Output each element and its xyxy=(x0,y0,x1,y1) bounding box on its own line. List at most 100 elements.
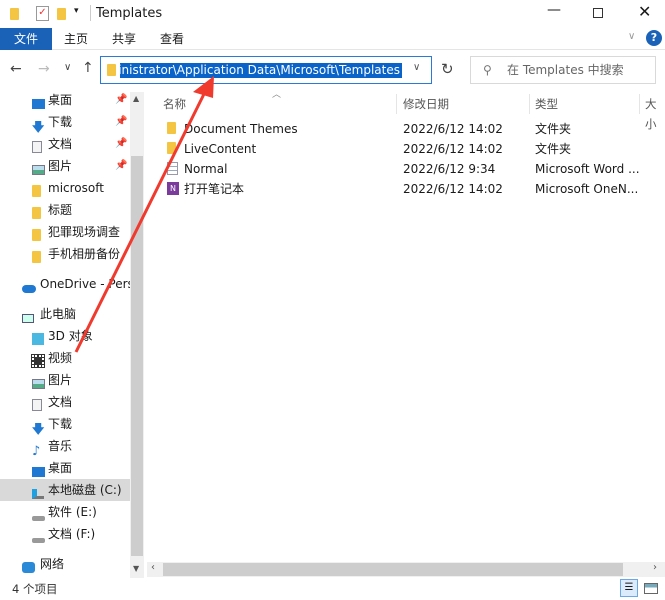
expand-ribbon-icon[interactable]: ∨ xyxy=(628,31,635,42)
picture-icon xyxy=(32,374,45,391)
search-input[interactable]: ⚲ 在 Templates 中搜索 xyxy=(470,56,656,84)
sidebar-item-pc[interactable]: 图片 xyxy=(0,369,130,391)
pin-icon: 📌 xyxy=(115,116,128,127)
refresh-button[interactable]: ↻ xyxy=(441,60,454,78)
scrollbar-thumb[interactable] xyxy=(131,156,143,556)
item-count: 4 个项目 xyxy=(12,582,58,596)
address-path[interactable]: Administrator\Application Data\Microsoft… xyxy=(120,63,402,78)
file-row[interactable]: N 打开笔记本 2022/6/12 14:02 Microsoft OneN..… xyxy=(150,179,640,199)
close-button[interactable]: ✕ xyxy=(638,2,651,21)
sidebar-item-quick[interactable]: 标题 xyxy=(0,199,130,221)
document-icon xyxy=(32,138,42,155)
file-type: Microsoft OneN... xyxy=(535,182,639,196)
column-name[interactable]: 名称 xyxy=(163,94,186,114)
recent-locations-icon[interactable]: ∨ xyxy=(64,62,71,73)
sidebar-item-quick[interactable]: microsoft xyxy=(0,177,130,199)
large-icons-view-button[interactable] xyxy=(644,583,658,594)
sidebar-item-label: 本地磁盘 (C:) xyxy=(48,483,122,497)
tab-home[interactable]: 主页 xyxy=(52,28,100,50)
computer-icon xyxy=(22,308,34,325)
sidebar-item-label: 文档 xyxy=(48,395,73,409)
tab-share[interactable]: 共享 xyxy=(100,28,148,50)
folder-icon xyxy=(32,204,41,221)
maximize-button[interactable] xyxy=(593,8,603,18)
sidebar-item-label: 文档 xyxy=(48,137,73,151)
download-icon: 🡇 xyxy=(32,120,45,133)
column-size[interactable]: 大小 xyxy=(645,94,665,131)
sidebar-scrollbar[interactable]: ▲ ▼ xyxy=(130,92,144,578)
horizontal-scrollbar[interactable]: ‹ › xyxy=(147,562,665,577)
sidebar-item-pc[interactable]: 视频 xyxy=(0,347,130,369)
scroll-down-icon[interactable]: ▼ xyxy=(133,564,139,573)
scroll-right-icon[interactable]: › xyxy=(653,562,657,573)
sidebar-item-quick[interactable]: 文档 📌 xyxy=(0,133,130,155)
sidebar-item-label: 标题 xyxy=(48,203,73,217)
file-name: LiveContent xyxy=(184,142,257,156)
search-placeholder: 在 Templates 中搜索 xyxy=(507,63,624,77)
minimize-button[interactable]: — xyxy=(547,2,561,18)
sidebar-item-pc[interactable]: 🡇 下载 xyxy=(0,413,130,435)
sidebar-item-label: 下载 xyxy=(48,417,73,431)
divider xyxy=(396,94,397,114)
sidebar-item-network[interactable]: 网络 xyxy=(0,553,130,575)
scroll-left-icon[interactable]: ‹ xyxy=(151,562,155,573)
tab-view[interactable]: 查看 xyxy=(148,28,196,50)
sidebar-item-onedrive[interactable]: OneDrive - Perso xyxy=(0,273,130,295)
folder-icon xyxy=(32,248,41,265)
ribbon: 文件 主页 共享 查看 ∨ ? xyxy=(0,28,665,50)
file-type: 文件夹 xyxy=(535,142,572,156)
sidebar-item-label: 犯罪现场调查 xyxy=(48,225,121,239)
sidebar-item-pc[interactable]: 软件 (E:) xyxy=(0,501,130,523)
sidebar-item-label: 网络 xyxy=(40,557,65,571)
properties-icon[interactable]: ✓ xyxy=(36,6,49,21)
drive-icon xyxy=(32,528,45,545)
pin-icon: 📌 xyxy=(115,138,128,149)
file-row[interactable]: Document Themes 2022/6/12 14:02 文件夹 xyxy=(150,119,640,139)
sidebar-item-quick[interactable]: 手机相册备份 xyxy=(0,243,130,265)
sidebar-item-pc[interactable]: 3D 对象 xyxy=(0,325,130,347)
back-button[interactable]: ← xyxy=(10,61,22,77)
column-type[interactable]: 类型 xyxy=(535,94,558,114)
column-date[interactable]: 修改日期 xyxy=(403,94,449,114)
file-row[interactable]: Normal 2022/6/12 9:34 Microsoft Word ... xyxy=(150,159,640,179)
sidebar-item-label: 图片 xyxy=(48,373,73,387)
scroll-up-icon[interactable]: ▲ xyxy=(133,94,139,103)
sort-ascending-icon: ︿ xyxy=(272,90,282,100)
sidebar-item-label: 视频 xyxy=(48,351,73,365)
pin-icon: 📌 xyxy=(115,94,128,105)
up-button[interactable]: ↑ xyxy=(82,60,94,76)
sidebar-item-pc[interactable]: 文档 (F:) xyxy=(0,523,130,545)
address-bar[interactable]: Administrator\Application Data\Microsoft… xyxy=(100,56,432,84)
details-view-button[interactable]: ☰ xyxy=(620,579,638,597)
document-icon xyxy=(32,396,42,413)
file-row[interactable]: LiveContent 2022/6/12 14:02 文件夹 xyxy=(150,139,640,159)
window-title: Templates xyxy=(96,6,163,21)
file-date: 2022/6/12 9:34 xyxy=(403,162,496,176)
folder-icon xyxy=(10,8,19,20)
sidebar-item-label: 音乐 xyxy=(48,439,73,453)
sidebar-item-label: 手机相册备份 xyxy=(48,247,121,261)
customize-toolbar-icon[interactable]: ▾ xyxy=(74,6,79,16)
network-icon xyxy=(22,558,35,575)
address-dropdown-icon[interactable]: ∨ xyxy=(413,62,420,73)
file-type: 文件夹 xyxy=(535,122,572,136)
tab-file[interactable]: 文件 xyxy=(0,28,52,50)
system-drive-icon xyxy=(32,484,44,501)
sidebar-item-pc[interactable]: 文档 xyxy=(0,391,130,413)
sidebar-item-quick[interactable]: 图片 📌 xyxy=(0,155,130,177)
file-type: Microsoft Word ... xyxy=(535,162,640,176)
sidebar-item-label: 3D 对象 xyxy=(48,329,93,343)
sidebar-item-pc[interactable]: 本地磁盘 (C:) xyxy=(0,479,130,501)
file-date: 2022/6/12 14:02 xyxy=(403,182,503,196)
desktop-icon xyxy=(32,94,45,111)
sidebar-item-quick[interactable]: 🡇 下载 📌 xyxy=(0,111,130,133)
new-folder-icon[interactable] xyxy=(57,8,66,20)
sidebar-item-quick[interactable]: 犯罪现场调查 xyxy=(0,221,130,243)
scrollbar-thumb[interactable] xyxy=(163,563,623,576)
help-icon[interactable]: ? xyxy=(646,30,662,46)
sidebar-item-this-pc[interactable]: 此电脑 xyxy=(0,303,130,325)
sidebar-item-pc[interactable]: 桌面 xyxy=(0,457,130,479)
forward-button[interactable]: → xyxy=(38,61,50,77)
sidebar-item-pc[interactable]: ♪ 音乐 xyxy=(0,435,130,457)
sidebar-item-quick[interactable]: 桌面 📌 xyxy=(0,89,130,111)
